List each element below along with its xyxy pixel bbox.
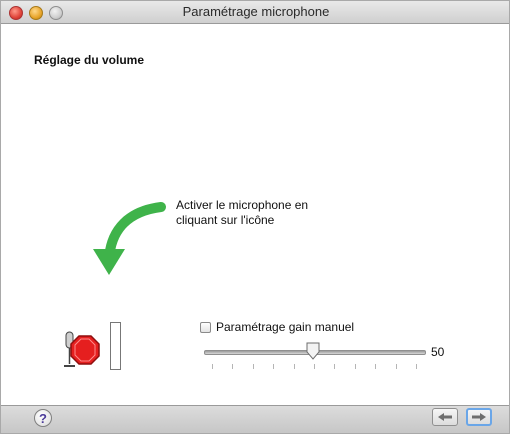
- gain-slider[interactable]: [204, 341, 426, 375]
- slider-tick: [293, 364, 295, 369]
- slider-tick: [212, 364, 213, 369]
- arrow-left-icon: [438, 413, 452, 421]
- slider-tick: [273, 364, 275, 369]
- help-icon: ?: [39, 410, 47, 426]
- slider-tick: [252, 364, 254, 369]
- slider-tick: [416, 364, 417, 369]
- arrow-right-icon: [472, 413, 486, 421]
- previous-button[interactable]: [432, 408, 458, 426]
- curved-arrow-icon: [93, 202, 166, 275]
- instruction-text: Activer le microphone en cliquant sur l'…: [176, 198, 366, 228]
- slider-tick: [354, 364, 356, 369]
- microphone-settings-window: Paramétrage microphone Réglage du volume…: [0, 0, 510, 434]
- microphone-level-meter: [110, 322, 121, 370]
- slider-tick: [232, 364, 234, 369]
- gain-slider-thumb[interactable]: [305, 341, 321, 361]
- manual-gain-row[interactable]: Paramétrage gain manuel: [200, 319, 354, 335]
- microphone-toggle-button[interactable]: [61, 328, 105, 372]
- window-title: Paramétrage microphone: [182, 4, 330, 19]
- instruction-line-1: Activer le microphone en: [176, 198, 309, 212]
- next-button[interactable]: [466, 408, 492, 426]
- slider-tick: [395, 364, 397, 369]
- section-title: Réglage du volume: [34, 53, 145, 67]
- manual-gain-label[interactable]: Paramétrage gain manuel: [216, 320, 354, 334]
- gain-value: 50: [431, 345, 445, 359]
- instruction-line-2: cliquant sur l'icône: [176, 213, 275, 227]
- slider-tick: [334, 364, 336, 369]
- manual-gain-checkbox[interactable]: [200, 321, 211, 333]
- slider-tick: [375, 364, 377, 369]
- slider-tick: [314, 364, 315, 369]
- help-button[interactable]: ?: [34, 409, 52, 427]
- title-bar[interactable]: Paramétrage microphone: [1, 1, 509, 24]
